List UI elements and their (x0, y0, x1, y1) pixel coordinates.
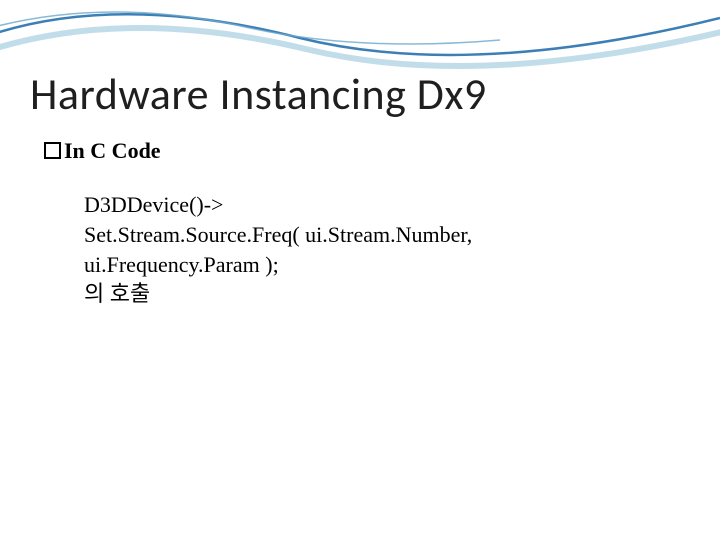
slide-title: Hardware Instancing Dx9 (30, 70, 690, 118)
slide-content: Hardware Instancing Dx9 In C Code D3DDev… (0, 0, 720, 540)
bullet-text: In C Code (64, 138, 161, 164)
square-bullet-icon (44, 142, 61, 159)
code-line-2: Set.Stream.Source.Freq( ui.Stream.Number… (84, 220, 644, 279)
code-line-1: D3DDevice()-> (84, 190, 644, 220)
bullet-item: In C Code (44, 138, 690, 164)
code-block: D3DDevice()-> Set.Stream.Source.Freq( ui… (84, 190, 644, 309)
code-line-3: 의 호출 (84, 279, 644, 309)
